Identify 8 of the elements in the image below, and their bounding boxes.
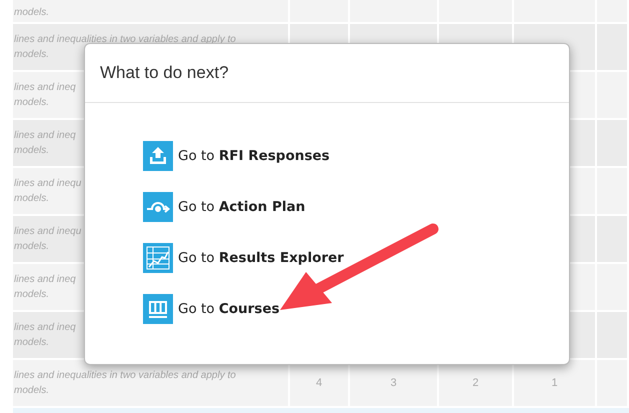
line-chart-icon[interactable] bbox=[143, 243, 173, 273]
table-cell: models. bbox=[13, 0, 288, 22]
table-cell: 1 bbox=[514, 360, 595, 406]
table-cell: lines and inequalities in two variables and apply to models. bbox=[13, 360, 288, 406]
dialog-title: What to do next? bbox=[85, 44, 569, 103]
route-icon[interactable] bbox=[143, 192, 173, 222]
columns-icon[interactable] bbox=[143, 294, 173, 324]
upload-icon[interactable] bbox=[143, 141, 173, 171]
